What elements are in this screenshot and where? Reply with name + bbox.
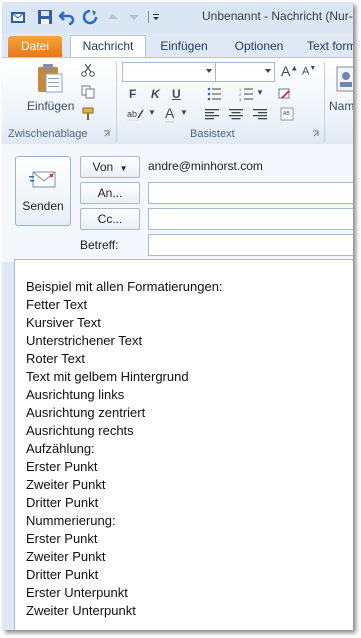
bold-button[interactable]: F [129,87,136,101]
cc-button[interactable]: Cc... [80,208,140,230]
svg-text:ab: ab [127,109,137,119]
grow-font-icon[interactable]: A▲ [281,63,298,79]
tab-message[interactable]: Nachricht [70,35,146,58]
body-line: Aufzählung: [26,441,95,456]
font-size-combo[interactable] [215,62,275,82]
body-line: Ausrichtung zentriert [26,405,146,420]
font-name-combo[interactable] [122,62,216,82]
chevron-down-icon[interactable]: ▼ [180,108,188,117]
body-line: Kursiver Text [26,315,101,330]
bullet-list-icon[interactable] [207,87,223,101]
align-center-icon[interactable] [229,108,243,121]
basictext-launcher-icon[interactable] [312,130,320,138]
chevron-down-icon[interactable]: ▼ [256,88,264,97]
body-line: Erster Unterpunkt [26,585,128,600]
format-painter-icon[interactable] [81,107,95,121]
tab-file[interactable]: Datei [8,36,62,57]
chevron-down-icon[interactable]: ▼ [148,108,156,117]
italic-button[interactable]: K [151,87,160,101]
paste-button[interactable]: Einfügen [27,99,74,113]
down-arrow-icon[interactable] [126,9,142,25]
tab-options[interactable]: Optionen [224,36,294,57]
ribbon-tabs: Datei Nachricht Einfügen Optionen Text f… [2,33,353,58]
tab-insert[interactable]: Einfügen [152,36,216,57]
undo-icon[interactable] [59,9,75,25]
group-separator [116,62,117,142]
align-right-icon[interactable] [253,108,267,121]
to-field[interactable] [148,182,353,204]
body-line: Zweiter Unterpunkt [26,603,136,618]
body-line: Dritter Punkt [26,495,99,510]
customize-toolbar-icon[interactable] [147,9,163,25]
svg-text:AB: AB [283,111,290,117]
paste-icon[interactable] [35,62,65,94]
body-line: Erster Punkt [26,459,98,474]
clear-formatting-icon[interactable] [278,87,292,101]
cc-field[interactable] [148,208,353,230]
from-address: andre@minhorst.com [148,159,263,173]
body-line: Fetter Text [26,297,88,312]
body-line: Zweiter Punkt [26,477,106,492]
save-icon[interactable] [37,9,53,25]
body-line: Ausrichtung links [26,387,125,402]
body-line: Roter Text [26,351,86,366]
highlight-icon[interactable]: ab [127,108,145,122]
to-button[interactable]: An... [80,182,140,204]
group-label-basictext: Basistext [190,128,235,140]
address-book-icon[interactable] [335,66,353,92]
body-line: Text mit gelbem Hintergrund [26,369,189,384]
font-color-icon[interactable]: A [165,105,175,123]
body-line: Unterstrichener Text [26,333,143,348]
tab-format-text[interactable]: Text formatieren [307,36,353,57]
body-line: Ausrichtung rechts [26,423,134,438]
from-button[interactable]: Von ▼ [80,156,140,178]
group-label-clipboard: Zwischenablage [8,128,88,140]
group-separator [324,62,325,142]
send-mail-icon [29,171,56,188]
body-line: Beispiel mit allen Formatierungen: [26,279,223,294]
chevron-down-icon [265,69,271,73]
body-line: Zweiter Punkt [26,549,106,564]
window-title: Unbenannt - Nachricht (Nur-Text) [202,9,353,23]
redo-icon[interactable] [82,9,98,25]
send-label: Senden [22,199,64,213]
names-button[interactable]: Namen [329,99,353,113]
cut-icon[interactable] [81,63,95,77]
clipboard-launcher-icon[interactable] [103,130,111,138]
outlook-app-icon[interactable] [10,9,26,25]
underline-button[interactable]: U [172,87,181,101]
align-left-icon[interactable] [205,108,219,121]
style-icon[interactable]: AB [280,107,296,122]
message-body[interactable]: Beispiel mit allen Formatierungen: Fette… [14,259,353,630]
message-header: Senden Von ▼ andre@minhorst.com An... Cc… [2,144,353,262]
title-bar: Unbenannt - Nachricht (Nur-Text) [2,2,353,33]
outlook-message-window: Unbenannt - Nachricht (Nur-Text) Datei N… [2,2,353,630]
numbered-list-icon[interactable]: 1 2 3 [239,87,255,101]
body-line: Erster Punkt [26,531,98,546]
ribbon: Einfügen Zwischenablage A▲ A▼ F K U 1 2 … [2,57,353,145]
chevron-down-icon [206,69,212,73]
up-arrow-icon[interactable] [105,9,121,25]
send-button[interactable]: Senden [15,156,71,226]
svg-text:3: 3 [239,97,242,101]
subject-label: Betreff: [80,238,119,252]
body-line: Nummerierung: [26,513,116,528]
subject-field[interactable] [148,234,353,256]
from-label: Von [92,160,114,174]
copy-icon[interactable] [81,85,95,99]
chevron-down-icon: ▼ [119,164,128,173]
shrink-font-icon[interactable]: A▼ [302,65,316,78]
body-line: Dritter Punkt [26,567,99,582]
